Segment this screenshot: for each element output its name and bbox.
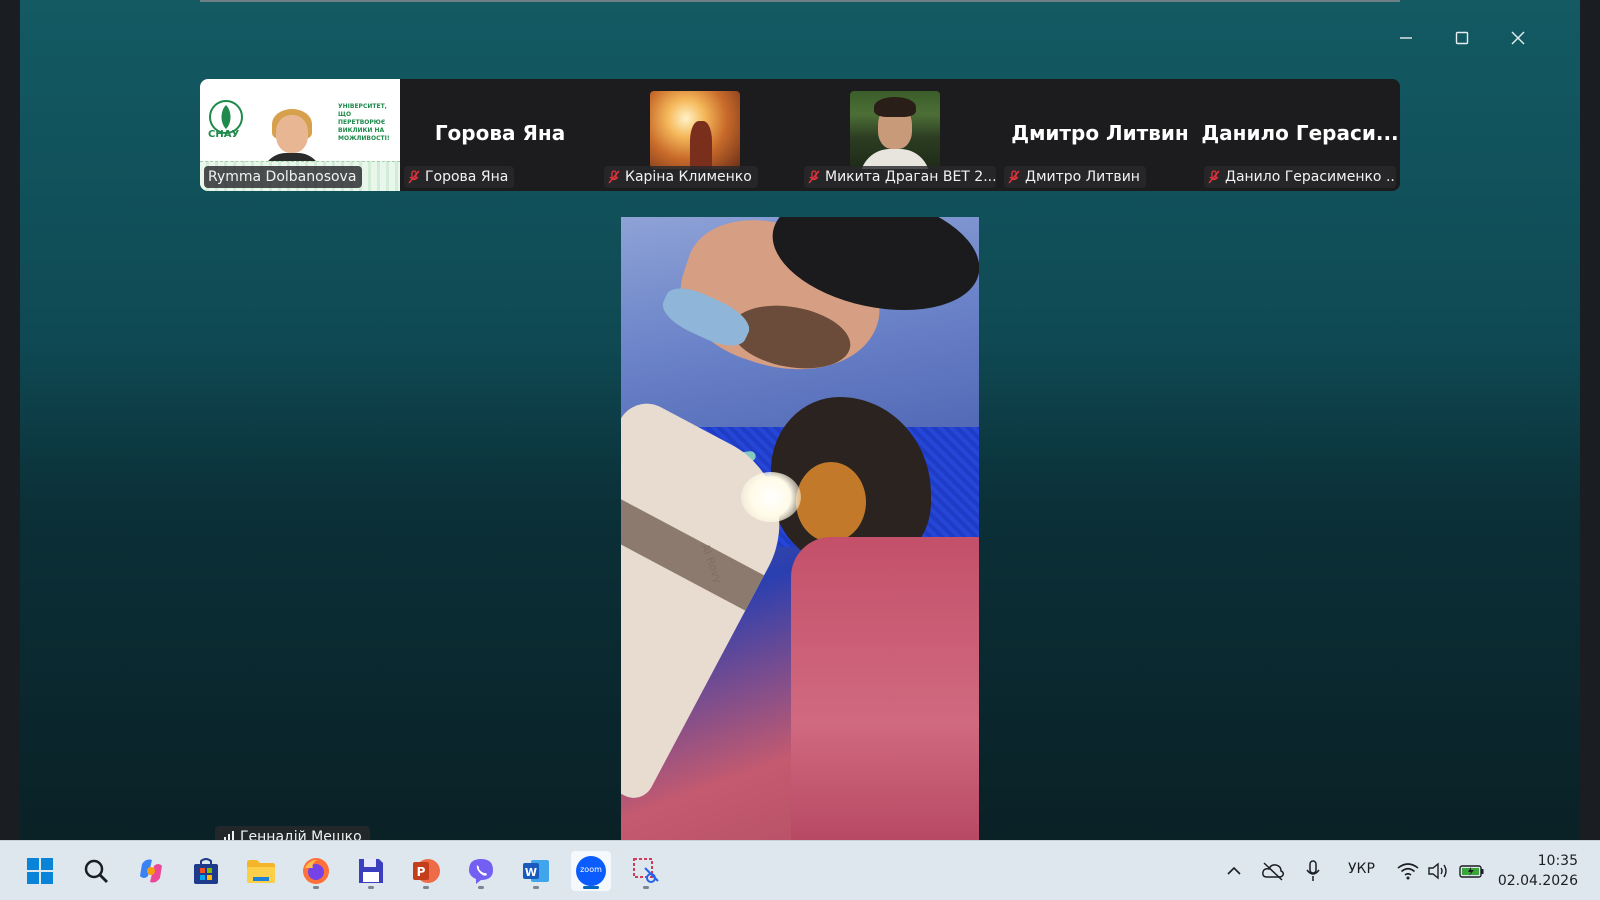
participants-strip: СНАУ УНІВЕРСИТЕТ, ЩО ПЕРЕТВОРЮЄ ВИКЛИКИ …: [200, 79, 1400, 191]
scissors-icon: [633, 858, 659, 883]
active-indicator: [583, 886, 599, 889]
battery-status[interactable]: [1458, 857, 1486, 885]
chevron-up-icon: [1227, 866, 1241, 875]
minimize-button[interactable]: [1386, 22, 1426, 52]
participant-tile-lytvyn[interactable]: Дмитро Литвин Дмитро Литвин: [1000, 79, 1200, 191]
svg-text:P: P: [417, 865, 426, 879]
video-dog-mouth: [796, 462, 866, 542]
participant-name: Данило Герасименко ...: [1225, 169, 1396, 185]
save-app-button[interactable]: [351, 851, 391, 891]
zoom-icon-label: zoom: [580, 865, 602, 874]
svg-text:W: W: [525, 866, 537, 879]
clock[interactable]: 10:35 02.04.2026: [1496, 851, 1578, 891]
store-button[interactable]: [186, 851, 226, 891]
viber-icon: [469, 859, 493, 884]
maximize-icon: [1455, 31, 1469, 44]
search-button[interactable]: [76, 851, 116, 891]
show-hidden-icons-button[interactable]: [1220, 857, 1248, 885]
folder-icon: [247, 860, 275, 883]
windows-logo-icon: [27, 858, 53, 884]
running-indicator: [368, 886, 374, 889]
file-explorer-button[interactable]: [241, 851, 281, 891]
participant-name: Дмитро Литвин: [1025, 169, 1140, 185]
video-blanket: [791, 537, 979, 840]
clock-date: 02.04.2026: [1497, 873, 1578, 889]
firefox-icon: [303, 858, 329, 884]
participant-name: Каріна Клименко: [625, 169, 752, 185]
volume-status[interactable]: [1424, 857, 1452, 885]
powerpoint-icon: P: [413, 859, 440, 883]
participant-name-label: Данило Герасименко ...: [1204, 166, 1396, 188]
mic-muted-icon: [608, 170, 620, 184]
close-icon: [1511, 31, 1525, 44]
copilot-icon: [140, 859, 162, 883]
window-top-border: [200, 0, 1400, 2]
participant-name-label: Каріна Клименко: [604, 166, 758, 188]
participant-name: Горова Яна: [425, 169, 509, 185]
video-device-light: [741, 472, 801, 522]
mic-muted-icon: [1008, 170, 1020, 184]
participant-tile-klymenko[interactable]: Каріна Клименко: [600, 79, 800, 191]
close-button[interactable]: [1498, 22, 1538, 52]
battery-charging-icon: [1459, 865, 1484, 878]
start-button[interactable]: [20, 851, 60, 891]
windows-taskbar: P W zoom УКР 10:35 02.04.2026: [0, 840, 1600, 900]
participant-tile-horova[interactable]: Горова Яна Горова Яна: [400, 79, 600, 191]
word-button[interactable]: W: [516, 851, 556, 891]
microphone-icon: [1306, 860, 1320, 881]
participant-big-name: Горова Яна: [434, 121, 566, 145]
running-indicator: [423, 886, 429, 889]
onedrive-status[interactable]: [1259, 857, 1287, 885]
wifi-icon: [1397, 863, 1419, 880]
mic-muted-icon: [1208, 170, 1220, 184]
slide-slogan: УНІВЕРСИТЕТ, ЩО ПЕРЕТВОРЮЄ ВИКЛИКИ НА МО…: [338, 103, 390, 142]
zoom-button[interactable]: zoom: [571, 851, 611, 891]
viber-button[interactable]: [461, 851, 501, 891]
participant-name-label: Микита Драган ВЕТ 2...: [804, 166, 996, 188]
participant-tile-herasymenko[interactable]: Данило Гераси... Данило Герасименко ...: [1200, 79, 1400, 191]
active-speaker-video[interactable]: AI Rovy: [621, 217, 979, 840]
floppy-disk-icon: [359, 859, 383, 883]
cloud-off-icon: [1262, 862, 1284, 881]
mic-muted-icon: [808, 170, 820, 184]
language-indicator[interactable]: УКР: [1348, 861, 1375, 877]
participant-name-label: Rymma Dolbanosova: [204, 166, 363, 188]
participant-name: Микита Драган ВЕТ 2...: [825, 169, 996, 185]
wifi-status[interactable]: [1394, 857, 1422, 885]
clock-time: 10:35: [1537, 853, 1578, 869]
running-indicator: [313, 886, 319, 889]
word-icon: W: [523, 860, 549, 882]
store-icon: [194, 858, 218, 884]
participant-avatar: [850, 91, 940, 169]
snipping-tool-button[interactable]: [626, 851, 666, 891]
mic-muted-icon: [408, 170, 420, 184]
participant-big-name: Дмитро Литвин: [1011, 121, 1189, 145]
participant-name-label: Горова Яна: [404, 166, 515, 188]
powerpoint-button[interactable]: P: [406, 851, 446, 891]
running-indicator: [643, 886, 649, 889]
firefox-button[interactable]: [296, 851, 336, 891]
microphone-button[interactable]: [1299, 857, 1327, 885]
volume-icon: [1428, 862, 1447, 880]
zoom-meeting-window: СНАУ УНІВЕРСИТЕТ, ЩО ПЕРЕТВОРЮЄ ВИКЛИКИ …: [20, 0, 1580, 840]
minimize-icon: [1400, 36, 1412, 39]
copilot-button[interactable]: [131, 851, 171, 891]
participant-big-name: Данило Гераси...: [1201, 121, 1399, 145]
running-indicator: [478, 886, 484, 889]
participant-name-label: Дмитро Литвин: [1004, 166, 1146, 188]
participant-avatar: [650, 91, 740, 169]
participant-name: Rymma Dolbanosova: [208, 169, 357, 185]
search-icon: [84, 859, 108, 883]
running-indicator: [533, 886, 539, 889]
participant-tile-rymma[interactable]: СНАУ УНІВЕРСИТЕТ, ЩО ПЕРЕТВОРЮЄ ВИКЛИКИ …: [200, 79, 400, 191]
slide-logo-text: СНАУ: [208, 129, 240, 140]
maximize-button[interactable]: [1442, 22, 1482, 52]
participant-tile-dragan[interactable]: Микита Драган ВЕТ 2...: [800, 79, 1000, 191]
